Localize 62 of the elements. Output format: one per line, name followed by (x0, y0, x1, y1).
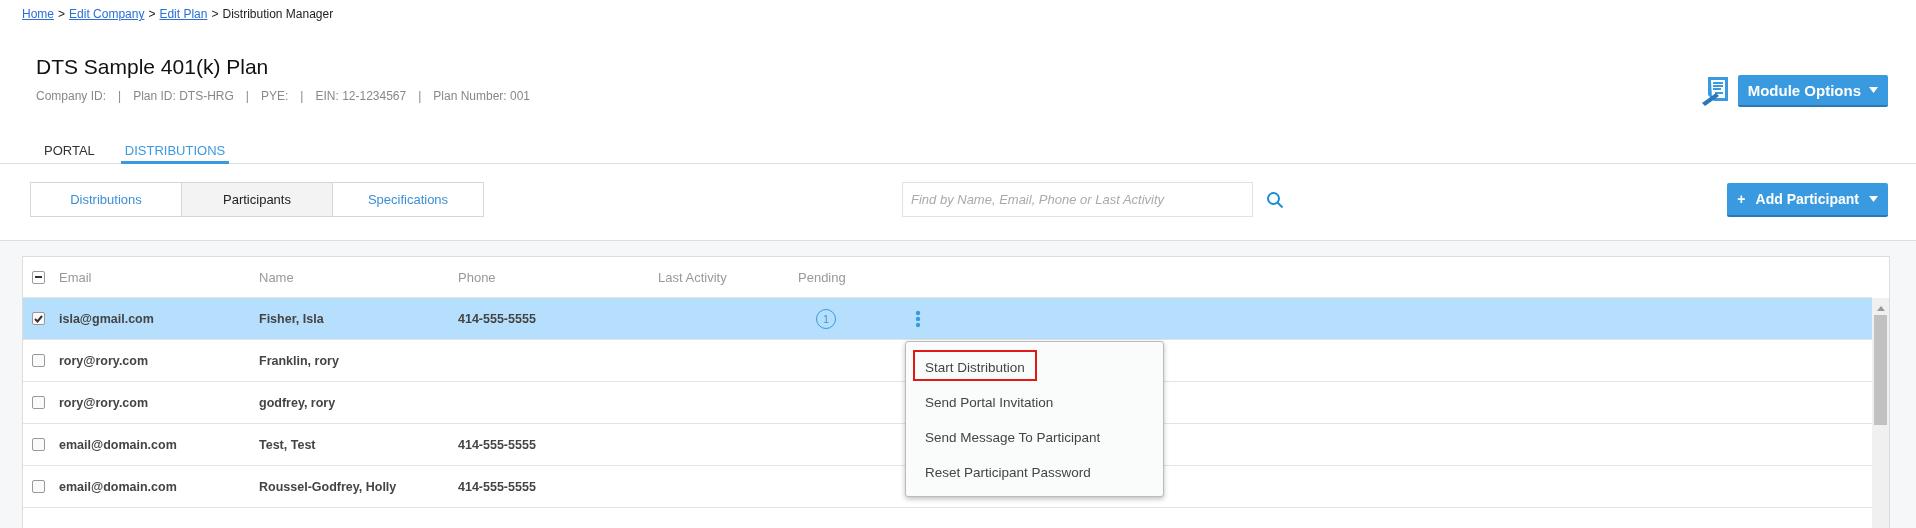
menu-item[interactable]: Send Portal Invitation (913, 385, 1066, 416)
breadcrumb-separator: > (58, 7, 66, 21)
row-checkbox[interactable] (32, 438, 45, 451)
row-checkbox[interactable] (32, 354, 45, 367)
caret-icon (1869, 87, 1878, 93)
breadcrumb-link[interactable]: Edit Company (69, 7, 145, 21)
table-cell-text: isla@gmail.com (59, 311, 155, 326)
plan-meta: EIN: 12-1234567 (315, 89, 407, 103)
table-cell-text: Roussel-Godfrey, Holly (259, 479, 398, 494)
row-checkbox[interactable] (32, 312, 45, 325)
meta-separator: | (300, 89, 304, 103)
table-cell-text: 414-555-5555 (458, 311, 537, 326)
view-tab[interactable]: Participants (181, 182, 333, 217)
table-cell-text: email@domain.com (59, 479, 178, 494)
check-icon (34, 314, 43, 323)
view-tab[interactable]: Distributions (30, 182, 182, 217)
menu-item[interactable]: Reset Participant Password (913, 455, 1103, 486)
table-cell-text: Test, Test (259, 437, 317, 452)
more-options-icon[interactable] (915, 309, 921, 328)
breadcrumb-separator: > (211, 7, 219, 21)
search-field[interactable]: Find by Name, Email, Phone or Last Activity (902, 182, 1253, 217)
breadcrumb-link[interactable]: Edit Plan (159, 7, 208, 21)
plan-meta: Company ID: (36, 89, 107, 103)
column-header[interactable]: Email (59, 269, 259, 285)
scrollbar[interactable] (1872, 298, 1889, 528)
row-checkbox[interactable] (32, 396, 45, 409)
scroll-up-icon[interactable] (1876, 306, 1885, 311)
table-cell-text: 414-555-5555 (458, 479, 537, 494)
column-header[interactable]: Last Activity (658, 269, 798, 285)
table-cell-text: rory@rory.com (59, 353, 150, 368)
table-cell-text: Fisher, Isla (259, 311, 325, 326)
column-header[interactable]: Pending (798, 269, 915, 285)
add-participant-button[interactable]: + Add Participant (1727, 182, 1888, 217)
table-cell-text: Franklin, rory (259, 353, 340, 368)
table-cell-text: 414-555-5555 (458, 437, 537, 452)
table-cell-text: rory@rory.com (59, 395, 150, 410)
menu-item[interactable]: Start Distribution (913, 350, 1037, 381)
column-header[interactable]: Name (259, 269, 458, 285)
view-tab[interactable]: Specifications (332, 182, 484, 217)
plan-meta: PYE: (260, 89, 289, 103)
breadcrumb-link[interactable]: Home (22, 7, 54, 21)
column-header[interactable]: Phone (458, 269, 658, 285)
table-cell-text: email@domain.com (59, 437, 178, 452)
main-tab[interactable]: PORTAL (40, 143, 99, 164)
main-tab[interactable]: DISTRIBUTIONS (120, 143, 230, 164)
plan-title: DTS Sample 401(k) Plan (36, 55, 270, 79)
row-checkbox[interactable] (32, 480, 45, 493)
minus-icon (35, 276, 42, 278)
plan-meta: Plan Number: 001 (433, 89, 531, 103)
module-options-button[interactable]: Module Options (1737, 75, 1888, 107)
plan-meta: Plan ID: DTS-HRG (133, 89, 234, 103)
search-icon[interactable] (1266, 190, 1284, 209)
caret-icon (1869, 195, 1878, 202)
breadcrumb-separator: > (148, 7, 156, 21)
meta-separator: | (245, 89, 249, 103)
menu-item[interactable]: Send Message To Participant (913, 420, 1113, 451)
scrollbar-thumb[interactable] (1874, 315, 1887, 425)
meta-separator: | (118, 89, 122, 103)
select-all-checkbox[interactable] (32, 270, 45, 284)
table-cell-text: godfrey, rory (259, 395, 337, 410)
meta-separator: | (418, 89, 422, 103)
breadcrumb-current: Distribution Manager (222, 7, 334, 21)
